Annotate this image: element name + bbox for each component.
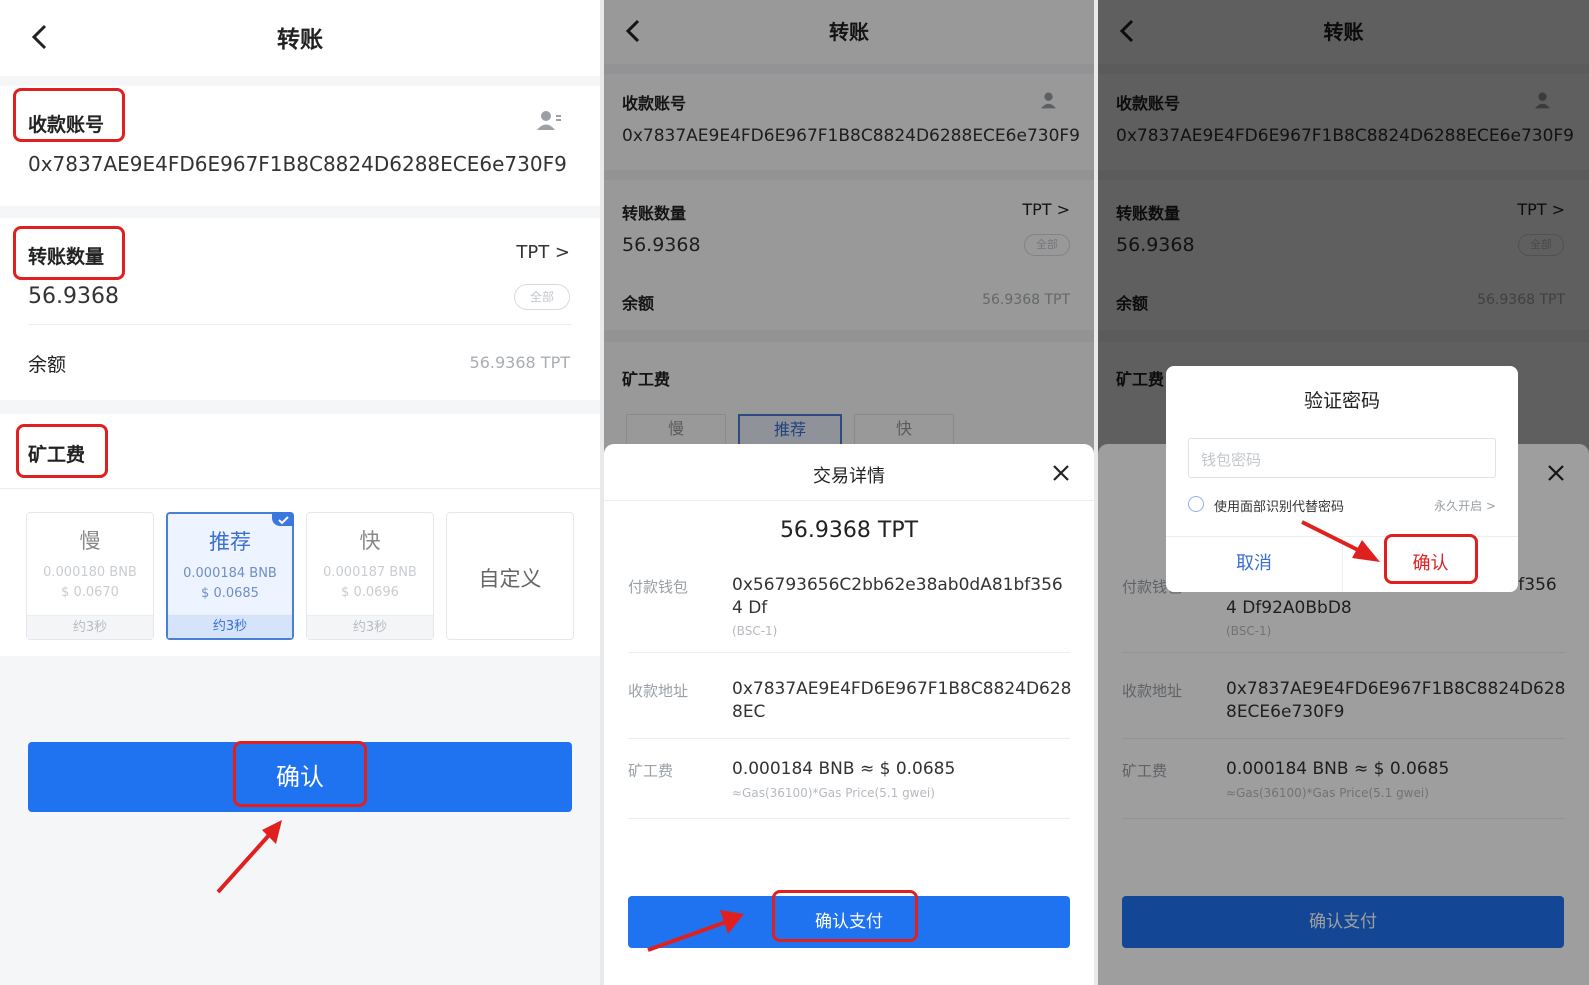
divider	[628, 652, 1070, 653]
fee-option-custom[interactable]: 自定义	[446, 512, 574, 640]
all-button[interactable]: 全部	[514, 284, 570, 310]
fee-option-fast[interactable]: 快 0.000187 BNB $ 0.0696 约3秒	[306, 512, 434, 640]
highlight-box	[772, 890, 918, 942]
from-wallet-value: 0x56793656C2bb62e38ab0dA81bf3564 Df	[732, 575, 1063, 618]
balance-label: 余额	[28, 354, 67, 376]
fee-value: 0.000184 BNB ≈ $ 0.0685	[732, 759, 956, 779]
always-on-link[interactable]: 永久开启 >	[1434, 497, 1496, 514]
transaction-details-screen: 转账 收款账号 0x7837AE9E4FD6E967F1B8C8824D6288…	[604, 0, 1094, 985]
transfer-amount: 56.9368 TPT	[779, 518, 919, 543]
fee-option-time: 约3秒	[168, 614, 292, 638]
verify-password-screen: 转账 收款账号 0x7837AE9E4FD6E967F1B8C8824D6288…	[1098, 0, 1589, 985]
fee-option-recommended[interactable]: 推荐 0.000184 BNB $ 0.0685 约3秒	[166, 512, 294, 640]
highlight-box	[13, 88, 125, 142]
fee-option-usd: $ 0.0670	[61, 585, 119, 600]
divider	[28, 324, 572, 325]
arrow-annotation-icon	[216, 820, 282, 894]
close-icon[interactable]	[1050, 462, 1072, 484]
fee-option-time: 约3秒	[27, 615, 153, 639]
nav-bar: 转账	[0, 0, 600, 76]
divider	[604, 500, 1094, 501]
fee-option-usd: $ 0.0685	[201, 586, 259, 601]
divider	[628, 818, 1070, 819]
transfer-screen: 转账 收款账号 0x7837AE9E4FD6E967F1B8C8824D6288…	[0, 0, 600, 985]
amount-input[interactable]: 56.9368	[28, 284, 119, 309]
balance-value: 56.9368 TPT	[469, 353, 570, 372]
selected-check-icon	[272, 512, 294, 526]
to-address-value: 0x7837AE9E4FD6E967F1B8C8824D628 8EC	[732, 679, 1072, 722]
from-wallet-label: 付款钱包	[628, 578, 689, 596]
fee-option-usd: $ 0.0696	[341, 585, 399, 600]
highlight-box	[13, 226, 125, 280]
sheet-title: 交易详情	[813, 466, 885, 487]
fee-option-bnb: 0.000187 BNB	[323, 565, 417, 580]
fee-formula: ≈Gas(36100)*Gas Price(5.1 gwei)	[732, 786, 935, 800]
custom-fee-label: 自定义	[478, 567, 542, 591]
from-wallet-network: (BSC-1)	[732, 624, 778, 638]
fee-option-name: 推荐	[209, 530, 251, 554]
fee-option-time: 约3秒	[307, 615, 433, 639]
token-selector[interactable]: TPT >	[516, 242, 570, 263]
fee-option-name: 快	[359, 529, 381, 553]
recipient-address-input[interactable]: 0x7837AE9E4FD6E967F1B8C8824D6288ECE6e730…	[28, 152, 567, 176]
address-book-icon[interactable]	[536, 108, 562, 132]
to-address-label: 收款地址	[628, 682, 689, 700]
dialog-title: 验证密码	[1303, 390, 1380, 412]
page-title: 转账	[277, 27, 323, 53]
face-id-radio[interactable]	[1188, 496, 1204, 512]
face-id-label: 使用面部识别代替密码	[1214, 500, 1345, 515]
transaction-details-sheet: 交易详情 56.9368 TPT 付款钱包 0x56793656C2bb62e3…	[604, 444, 1094, 985]
fee-label: 矿工费	[628, 762, 674, 780]
divider	[628, 738, 1070, 739]
wallet-password-input[interactable]: 钱包密码	[1188, 438, 1496, 478]
fee-option-bnb: 0.000180 BNB	[43, 565, 137, 580]
arrow-annotation-icon	[647, 910, 744, 952]
divider	[0, 488, 600, 489]
arrow-annotation-icon	[1301, 520, 1380, 562]
highlight-box	[16, 424, 108, 478]
fee-option-bnb: 0.000184 BNB	[183, 566, 277, 581]
highlight-box	[233, 741, 367, 807]
highlight-box	[1384, 534, 1478, 584]
fee-option-slow[interactable]: 慢 0.000180 BNB $ 0.0670 约3秒	[26, 512, 154, 640]
fee-option-name: 慢	[79, 529, 101, 553]
